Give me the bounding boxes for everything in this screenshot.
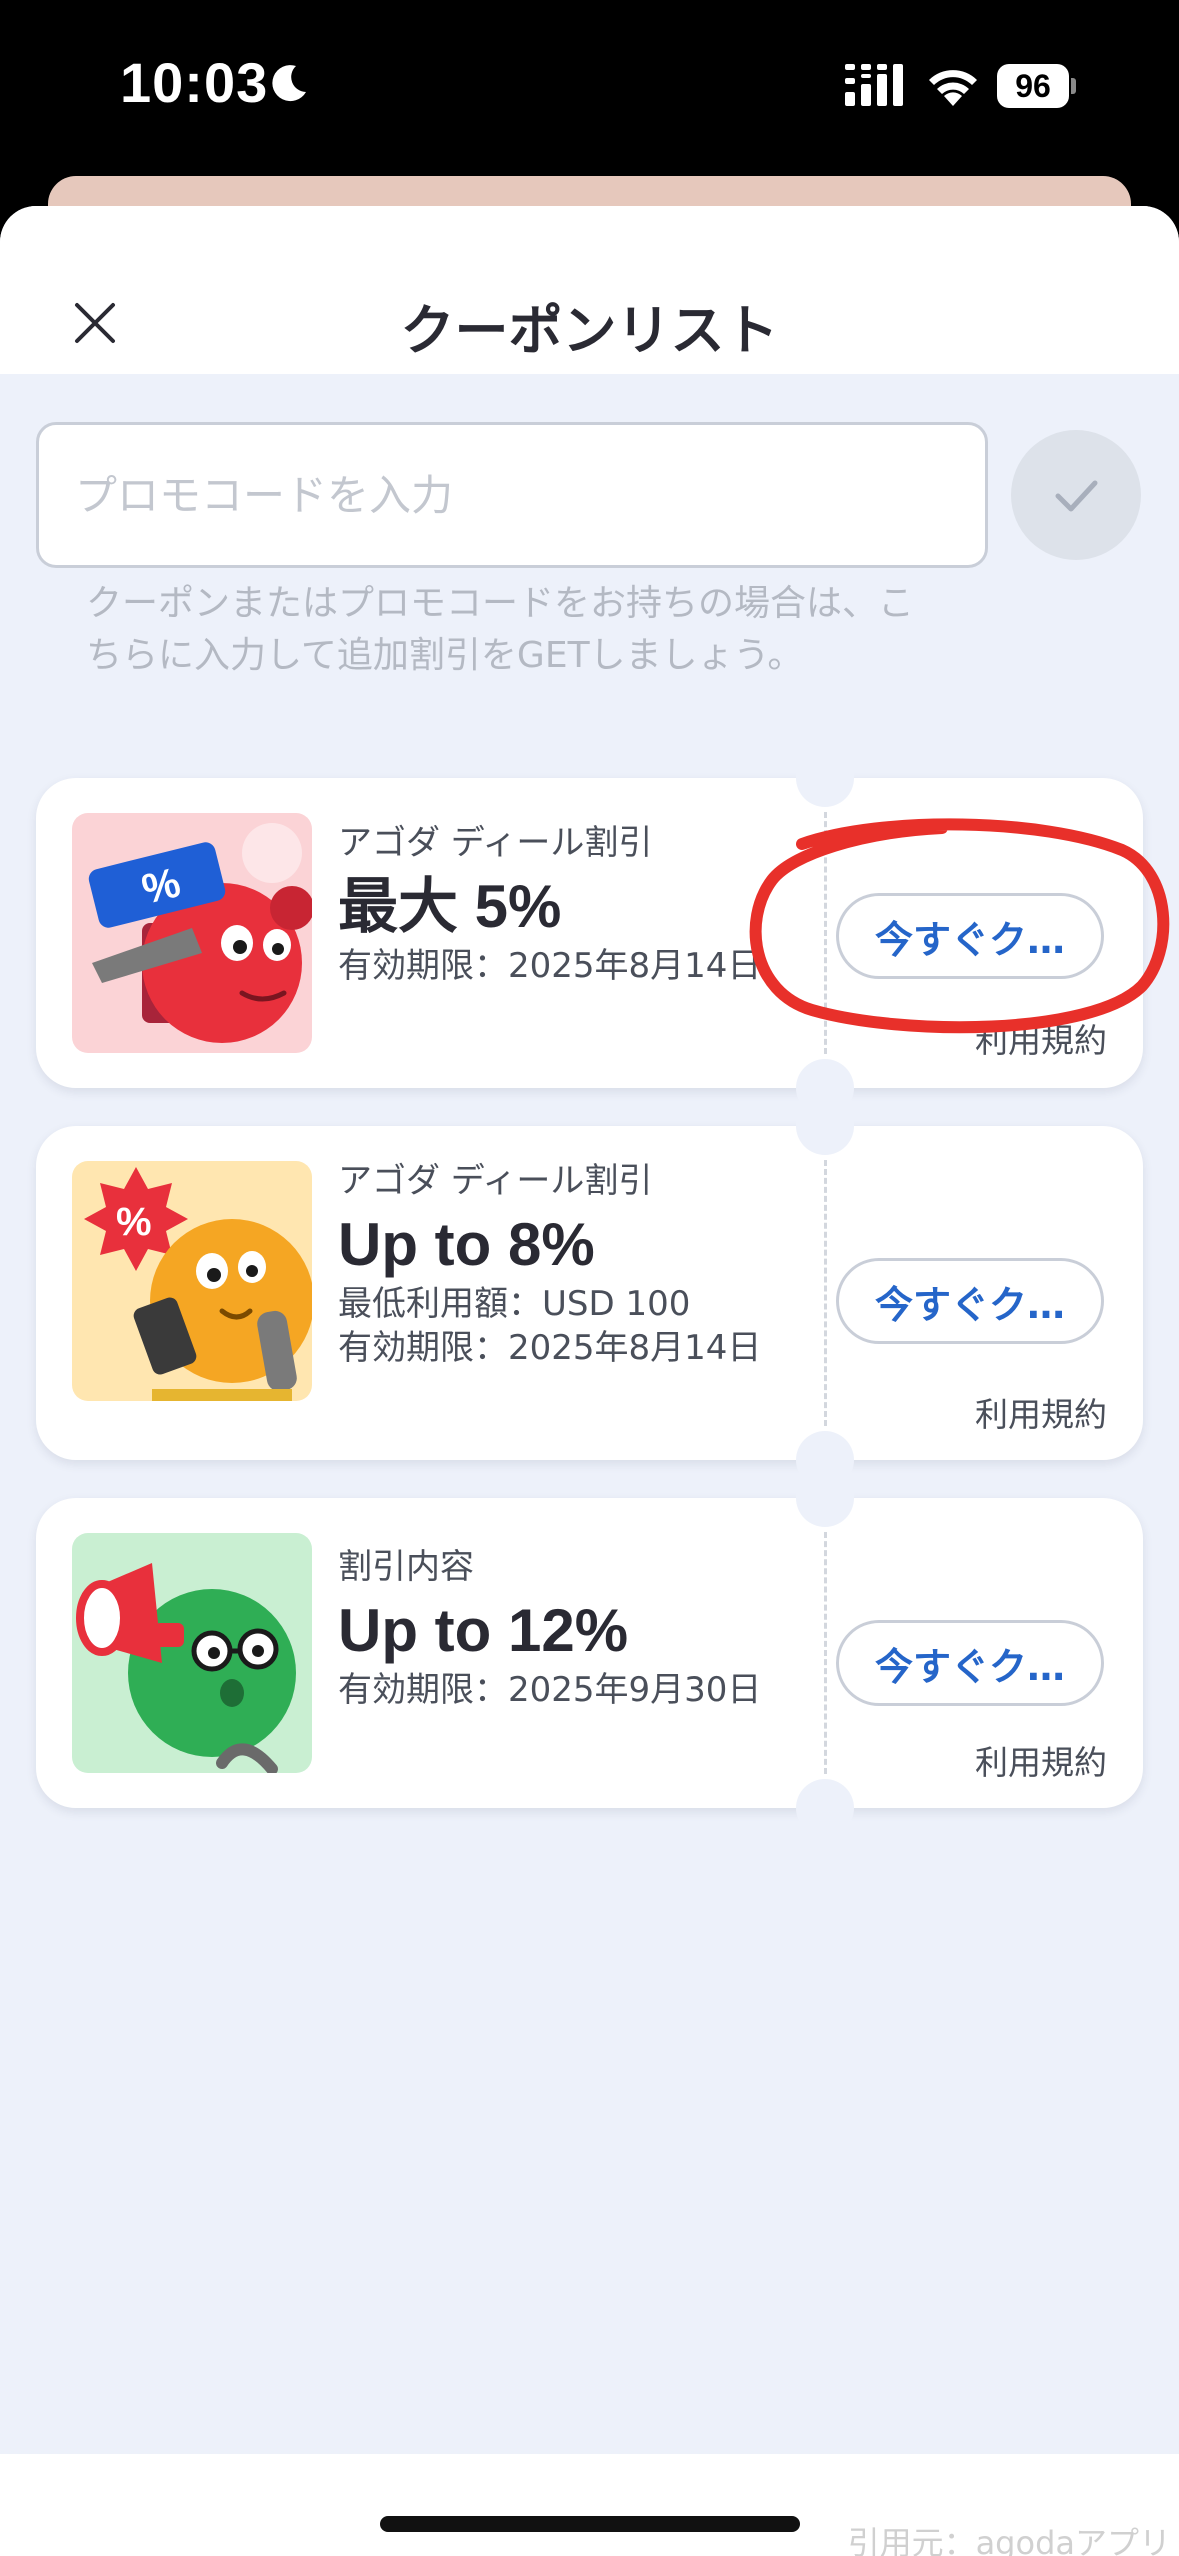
sheet-header: クーポンリスト <box>0 206 1179 374</box>
battery-level: 96 <box>997 64 1069 108</box>
claim-coupon-button[interactable]: 今すぐク… <box>836 893 1104 979</box>
coupon-info: アゴダ ディール割引 最大 5% 有効期限：2025年8月14日 <box>338 820 798 988</box>
mascot-image: % <box>72 813 312 1053</box>
coupon-info: アゴダ ディール割引 Up to 8% 最低利用額：USD 100 有効期限：2… <box>338 1158 798 1370</box>
ticket-divider <box>824 1532 827 1774</box>
ticket-divider <box>824 812 827 1054</box>
ticket-notch <box>796 1469 854 1527</box>
promo-help-text: クーポンまたはプロモコードをお持ちの場合は、こちらに入力して追加割引をGETしま… <box>86 583 915 676</box>
claim-coupon-button[interactable]: 今すぐク… <box>836 1258 1104 1344</box>
coupon-category: アゴダ ディール割引 <box>338 1161 653 1201</box>
source-credit: 引用元：agodaアプリ <box>847 2524 1171 2556</box>
signal-icon <box>845 64 903 106</box>
claim-coupon-button[interactable]: 今すぐク… <box>836 1620 1104 1706</box>
coupon-amount: 最大 5% <box>338 873 562 940</box>
check-icon <box>1055 480 1098 512</box>
coupon-card: 割引内容 Up to 12% 有効期限：2025年9月30日 今すぐク… 利用規… <box>36 1469 1143 1837</box>
coupon-expiry: 有効期限：2025年9月30日 <box>338 1670 762 1710</box>
wifi-icon <box>929 70 977 106</box>
mascot-image <box>72 1533 312 1773</box>
coupon-thumbnail <box>72 1533 312 1773</box>
coupon-thumbnail: % <box>72 813 312 1053</box>
home-indicator[interactable] <box>380 2516 800 2532</box>
ticket-notch <box>796 1097 854 1155</box>
ticket-notch <box>796 749 854 807</box>
apply-promo-button[interactable] <box>1011 430 1141 560</box>
moon-icon <box>272 65 306 102</box>
status-time: 10:03 <box>120 51 269 114</box>
mascot-image: % <box>72 1161 312 1401</box>
coupon-card: % アゴダ ディール割引 最大 5% 有効期限：2025年8月14日 今すぐク…… <box>36 749 1143 1117</box>
coupon-card: % アゴダ ディール割引 Up to 8% 最低利用額：USD 100 有効期限… <box>36 1097 1143 1489</box>
coupon-expiry: 有効期限：2025年8月14日 <box>338 946 762 986</box>
coupon-list-sheet: クーポンリスト クーポンまたはプロモコードをお持ちの場合は、こちらに入力して追加… <box>0 206 1179 2556</box>
coupon-min-spend: 最低利用額：USD 100 <box>338 1284 691 1324</box>
battery-icon: 96 <box>997 64 1076 108</box>
terms-link[interactable]: 利用規約 <box>975 1388 1107 1436</box>
status-bar: 10:03 96 <box>0 0 1179 175</box>
terms-link[interactable]: 利用規約 <box>975 1736 1107 1784</box>
promo-code-input[interactable] <box>36 422 988 568</box>
coupon-info: 割引内容 Up to 12% 有効期限：2025年9月30日 <box>338 1544 798 1712</box>
ticket-divider <box>824 1160 827 1426</box>
ticket-notch <box>796 1779 854 1837</box>
coupon-category: アゴダ ディール割引 <box>338 823 653 863</box>
battery-cap <box>1071 78 1076 94</box>
coupon-amount: Up to 8% <box>338 1211 595 1278</box>
terms-link[interactable]: 利用規約 <box>975 1014 1107 1062</box>
sheet-title: クーポンリスト <box>400 299 779 362</box>
coupon-amount: Up to 12% <box>338 1597 629 1664</box>
coupon-thumbnail: % <box>72 1161 312 1401</box>
coupon-category: 割引内容 <box>338 1547 474 1587</box>
svg-text:%: % <box>116 1200 152 1244</box>
coupon-expiry: 有効期限：2025年8月14日 <box>338 1328 762 1368</box>
